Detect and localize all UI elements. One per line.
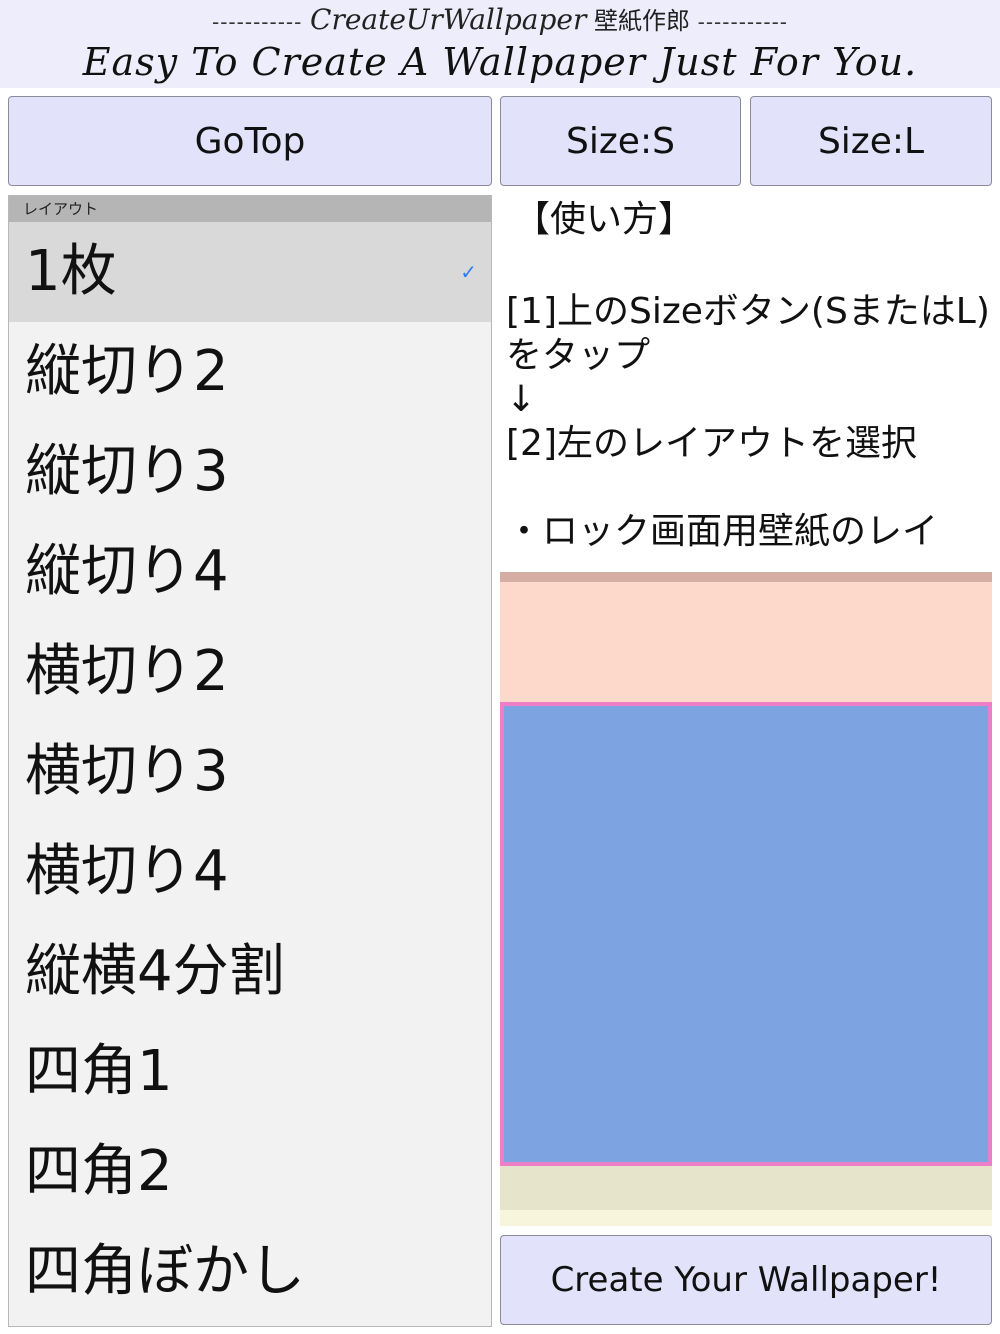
layout-item-label: 四角1 [25,1039,173,1104]
layout-item-yokogiri-4[interactable]: 横切り4 [9,822,491,922]
header-dash-left: ----------- [211,10,303,34]
layout-item-label: 縦切り2 [25,339,229,404]
preview-square [500,702,992,1166]
create-wallpaper-button[interactable]: Create Your Wallpaper! [500,1235,992,1325]
layout-item-tategiri-4[interactable]: 縦切り4 [9,522,491,622]
instruction-step-2: [2]左のレイアウトを選択 [506,423,917,464]
layout-item-label: 縦切り4 [25,539,229,604]
instruction-step-1: [1]上のSizeボタン(SまたはL)をタップ [506,291,990,376]
down-arrow-icon: ↓ [506,379,537,420]
preview-top-edge [500,572,992,582]
preview-bottom-band [500,1166,992,1210]
header-dash-right: ----------- [697,10,789,34]
layout-item-label: 縦横4分割 [25,939,285,1004]
instructions-title: 【使い方】 [514,199,695,240]
preview-bottom-edge [500,1210,992,1226]
wallpaper-preview [500,572,992,1226]
brand-name: CreateUrWallpaper [310,3,587,36]
layout-item-grid-4[interactable]: 縦横4分割 [9,922,491,1022]
layout-item-yokogiri-3[interactable]: 横切り3 [9,722,491,822]
header-tagline: Easy To Create A Wallpaper Just For You. [82,40,918,84]
gotop-button[interactable]: GoTop [8,96,492,186]
layout-item-tategiri-3[interactable]: 縦切り3 [9,422,491,522]
layout-item-label: 四角ぼかし [25,1239,305,1304]
layout-item-label: 横切り3 [25,739,229,804]
layout-item-label: 横切り4 [25,839,229,904]
layout-item-label: 縦切り3 [25,439,229,504]
layout-item-square-1[interactable]: 四角1 [9,1022,491,1122]
layout-item-square-2[interactable]: 四角2 [9,1122,491,1222]
checkmark-icon: ✓ [460,260,477,284]
size-s-button[interactable]: Size:S [500,96,741,186]
instructions-panel: 【使い方】 [1]上のSizeボタン(SまたはL)をタップ ↓ [2]左のレイア… [506,198,994,570]
size-l-button[interactable]: Size:L [750,96,992,186]
layout-item-label: 横切り2 [25,639,229,704]
layout-item-yokogiri-2[interactable]: 横切り2 [9,622,491,722]
layout-item-1mai[interactable]: 1枚 ✓ [9,222,491,322]
app-name-ja: 壁紙作郎 [593,7,690,35]
layout-item-square-blur[interactable]: 四角ぼかし [9,1222,491,1322]
instruction-note: ・ロック画面用壁紙のレイ [506,511,939,552]
layout-item-label: 1枚 [25,239,117,304]
layout-item-tategiri-2[interactable]: 縦切り2 [9,322,491,422]
app-screen: ----------- CreateUrWallpaper 壁紙作郎 -----… [0,0,1000,1334]
preview-top-band [500,582,992,704]
layout-item-label: 四角2 [25,1139,173,1204]
app-header: ----------- CreateUrWallpaper 壁紙作郎 -----… [0,0,1000,88]
layout-list[interactable]: レイアウト 1枚 ✓ 縦切り2 縦切り3 縦切り4 横切り2 横切り3 横切り4… [8,195,492,1327]
header-title-line: ----------- CreateUrWallpaper 壁紙作郎 -----… [0,4,1000,38]
layout-list-header: レイアウト [9,196,491,222]
